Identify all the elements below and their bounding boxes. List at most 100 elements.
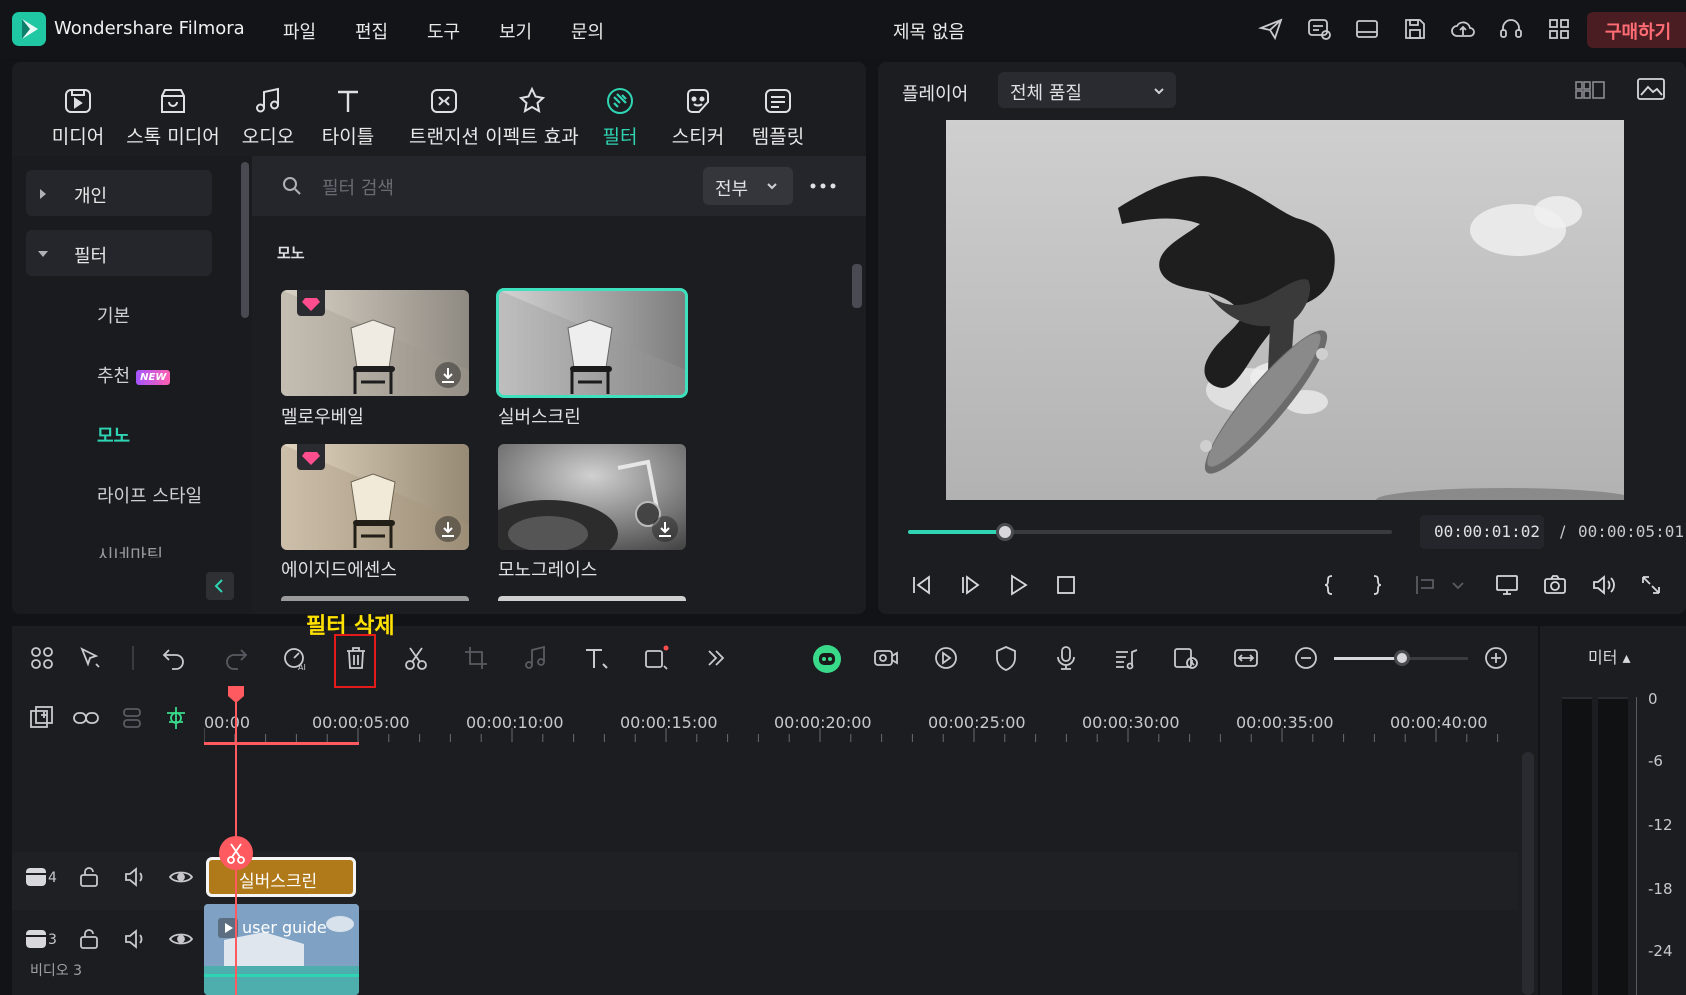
more-options-icon[interactable] bbox=[808, 176, 838, 196]
track-4-visibility-icon[interactable] bbox=[168, 864, 194, 890]
send-icon[interactable] bbox=[1258, 16, 1284, 42]
menu-file[interactable]: 파일 bbox=[283, 18, 316, 44]
download-icon[interactable] bbox=[652, 516, 678, 542]
category-template[interactable]: 템플릿 bbox=[742, 86, 814, 149]
select-cursor-icon[interactable] bbox=[76, 644, 104, 672]
video-add-icon[interactable] bbox=[872, 644, 900, 672]
mark-out-icon[interactable] bbox=[1364, 572, 1390, 598]
shape-icon[interactable] bbox=[642, 644, 670, 672]
text-title-icon[interactable] bbox=[582, 644, 610, 672]
previous-frame-icon[interactable] bbox=[908, 572, 934, 598]
category-audio[interactable]: 오디오 bbox=[234, 86, 302, 149]
chevron-down-icon[interactable] bbox=[1450, 572, 1466, 598]
sidebar-item-basic[interactable]: 기본 bbox=[97, 302, 130, 328]
sidebar-item-lifestyle[interactable]: 라이프 스타일 bbox=[97, 482, 202, 508]
layout-icon[interactable] bbox=[1354, 16, 1380, 42]
download-icon[interactable] bbox=[435, 362, 461, 388]
ai-tools-icon[interactable]: AI bbox=[282, 644, 310, 672]
save-icon[interactable] bbox=[1402, 16, 1428, 42]
shield-mask-icon[interactable] bbox=[992, 644, 1020, 672]
zoom-slider-handle[interactable] bbox=[1394, 650, 1410, 666]
category-sticker[interactable]: 스티커 bbox=[664, 86, 732, 149]
category-filter[interactable]: 필터 bbox=[590, 86, 650, 149]
menu-help[interactable]: 문의 bbox=[571, 18, 604, 44]
track-3-volume-icon[interactable] bbox=[122, 926, 148, 952]
image-snapshot-icon[interactable] bbox=[1636, 76, 1666, 102]
next-frame-icon[interactable] bbox=[957, 572, 983, 598]
total-time: 00:00:05:01 bbox=[1578, 522, 1684, 541]
track-3-visibility-icon[interactable] bbox=[168, 926, 194, 952]
download-icon[interactable] bbox=[435, 516, 461, 542]
filter-thumb-mellowveil[interactable] bbox=[281, 290, 469, 396]
microphone-icon[interactable] bbox=[1052, 644, 1080, 672]
fullscreen-icon[interactable] bbox=[1638, 572, 1664, 598]
filter-scope-dropdown[interactable]: 전부 bbox=[703, 167, 793, 205]
fit-width-icon[interactable] bbox=[1232, 644, 1260, 672]
work-area-range[interactable] bbox=[204, 742, 359, 745]
sidebar-item-recommended[interactable]: 추천 NEW bbox=[97, 362, 171, 388]
grid-apps-icon[interactable] bbox=[1546, 16, 1572, 42]
video-preview[interactable] bbox=[946, 120, 1624, 500]
layout-grid-icon[interactable] bbox=[28, 644, 56, 672]
track-3-lock-icon[interactable] bbox=[76, 926, 102, 952]
current-time[interactable]: 00:00:01:02 bbox=[1420, 515, 1544, 549]
zoom-in-icon[interactable] bbox=[1482, 644, 1510, 672]
ai-copilot-icon[interactable] bbox=[812, 644, 842, 674]
grid-view-icon[interactable] bbox=[1574, 78, 1606, 102]
stop-icon[interactable] bbox=[1053, 572, 1079, 598]
audio-music-icon[interactable] bbox=[522, 644, 550, 672]
cut-scissors-icon[interactable] bbox=[402, 644, 430, 672]
playback-scrubber-handle[interactable] bbox=[995, 523, 1014, 541]
auto-reframe-icon[interactable] bbox=[1172, 644, 1200, 672]
more-tools-icon[interactable] bbox=[702, 644, 730, 672]
unlink-icon[interactable] bbox=[118, 704, 146, 732]
category-media[interactable]: 미디어 bbox=[44, 86, 112, 149]
cloud-upload-icon[interactable] bbox=[1450, 16, 1476, 42]
play-icon[interactable] bbox=[1005, 572, 1031, 598]
zoom-out-icon[interactable] bbox=[1292, 644, 1320, 672]
timeline-scrollbar[interactable] bbox=[1522, 752, 1534, 995]
speed-icon[interactable] bbox=[932, 644, 960, 672]
filter-thumb-agedessence[interactable] bbox=[281, 444, 469, 550]
insert-marker-icon[interactable] bbox=[1412, 572, 1438, 598]
redo-icon[interactable] bbox=[222, 644, 250, 672]
menu-view[interactable]: 보기 bbox=[499, 18, 532, 44]
track-4-lock-icon[interactable] bbox=[76, 864, 102, 890]
collapse-sidebar-button[interactable] bbox=[206, 572, 234, 600]
sidebar-group-filter[interactable]: 필터 bbox=[26, 230, 212, 276]
track-4-volume-icon[interactable] bbox=[122, 864, 148, 890]
meter-label[interactable]: 미터 ▴ bbox=[1588, 644, 1631, 668]
sidebar-group-personal[interactable]: 개인 bbox=[26, 170, 212, 216]
mark-in-icon[interactable] bbox=[1316, 572, 1342, 598]
category-title[interactable]: 타이틀 bbox=[314, 86, 382, 149]
playhead-split-button[interactable] bbox=[219, 836, 253, 870]
audio-beat-icon[interactable] bbox=[1112, 644, 1140, 672]
playhead-handle[interactable] bbox=[227, 684, 245, 704]
search-input[interactable]: 필터 검색 bbox=[322, 174, 394, 200]
buy-button[interactable]: 구매하기 bbox=[1587, 12, 1686, 48]
undo-icon[interactable] bbox=[160, 644, 188, 672]
sidebar-item-cinematic[interactable]: 시네마틱 bbox=[97, 542, 237, 558]
feedback-icon[interactable] bbox=[1306, 16, 1332, 42]
sidebar-item-mono[interactable]: 모노 bbox=[97, 422, 130, 448]
category-stock-media[interactable]: 스톡 미디어 bbox=[122, 86, 224, 149]
title-bar: Wondershare Filmora 파일 편집 도구 보기 문의 제목 없음… bbox=[0, 0, 1686, 58]
display-settings-icon[interactable] bbox=[1494, 572, 1520, 598]
quality-dropdown[interactable]: 전체 품질 bbox=[998, 72, 1176, 108]
category-effects[interactable]: 이펙트 효과 bbox=[480, 86, 584, 149]
crop-icon[interactable] bbox=[462, 644, 490, 672]
snap-magnet-icon[interactable] bbox=[162, 704, 190, 732]
menu-tools[interactable]: 도구 bbox=[427, 18, 460, 44]
add-track-icon[interactable] bbox=[28, 704, 56, 732]
filter-thumb-silverscreen[interactable] bbox=[496, 288, 688, 398]
playback-progress-track[interactable] bbox=[908, 530, 1392, 534]
sidebar-scrollbar[interactable] bbox=[241, 162, 249, 318]
library-scrollbar[interactable] bbox=[852, 264, 862, 308]
video-clip[interactable]: user guide bbox=[204, 904, 359, 995]
filter-thumb-monograce[interactable] bbox=[498, 444, 686, 550]
link-icon[interactable] bbox=[72, 704, 100, 732]
headset-icon[interactable] bbox=[1498, 16, 1524, 42]
camera-snapshot-icon[interactable] bbox=[1542, 572, 1568, 598]
volume-icon[interactable] bbox=[1590, 572, 1616, 598]
menu-edit[interactable]: 편집 bbox=[355, 18, 388, 44]
